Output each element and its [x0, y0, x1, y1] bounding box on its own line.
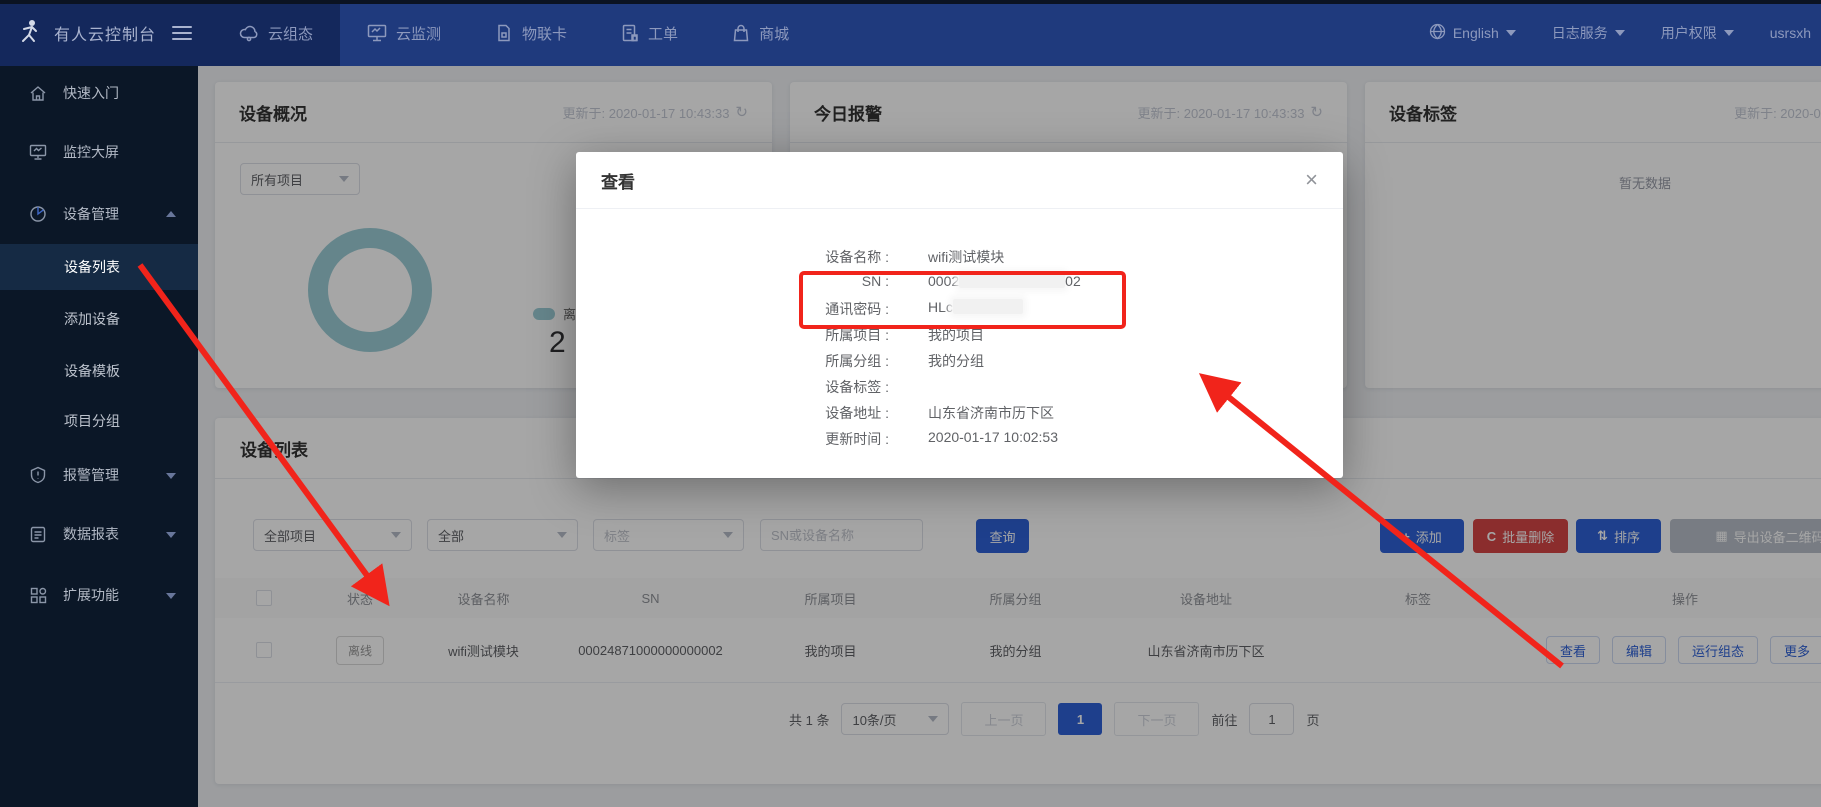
field-label: 所属分组 :: [576, 351, 889, 371]
field-sn: SN : 000202: [576, 273, 1343, 289]
nav-item-mall[interactable]: 商城: [705, 0, 816, 66]
user-permission-label: 用户权限: [1661, 23, 1717, 43]
sidebar-item-label: 报警管理: [63, 465, 119, 485]
field-label: 设备标签 :: [576, 377, 889, 397]
home-icon: [28, 85, 48, 102]
field-label: SN :: [576, 273, 889, 289]
sidebar-item-label: 设备管理: [63, 204, 119, 224]
username[interactable]: usrsxh: [1770, 25, 1811, 41]
field-label: 通讯密码 :: [576, 299, 889, 319]
screen-icon: [28, 144, 48, 160]
chevron-down-icon: [1615, 30, 1625, 36]
redaction-blur: [953, 299, 1023, 314]
chevron-down-icon: [166, 532, 176, 538]
nav-item-cloud-scada[interactable]: 云组态: [212, 0, 340, 66]
sidebar-subitem-label: 设备列表: [64, 259, 120, 275]
field-update-time: 更新时间 : 2020-01-17 10:02:53: [576, 429, 1343, 449]
username-label: usrsxh: [1770, 25, 1811, 41]
view-device-modal: 查看 × 设备名称 : wifi测试模块 SN : 000202 通讯密码 : …: [576, 152, 1343, 478]
monitor-icon: [367, 24, 387, 42]
field-value: HLc: [928, 299, 1023, 319]
field-value: 我的项目: [928, 325, 984, 345]
sidebar-item-label: 扩展功能: [63, 585, 119, 605]
language-label: English: [1453, 25, 1499, 41]
window-top-edge: [0, 0, 1821, 4]
field-value: wifi测试模块: [928, 247, 1004, 267]
device-icon: [28, 205, 48, 223]
logo-person-icon: [16, 17, 44, 50]
field-comm-password: 通讯密码 : HLc: [576, 299, 1343, 319]
sim-card-icon: [495, 24, 513, 42]
sidebar-subitem-label: 设备模板: [64, 363, 120, 379]
sidebar-item-add-device[interactable]: 添加设备: [0, 296, 198, 342]
sidebar-subitem-label: 项目分组: [64, 413, 120, 429]
nav-item-label: 云组态: [268, 23, 313, 44]
field-value: 山东省济南市历下区: [928, 403, 1054, 423]
report-icon: [28, 526, 48, 543]
navbar-right: English 日志服务 用户权限 usrsxh: [1429, 0, 1821, 66]
globe-icon: [1429, 23, 1446, 43]
nav-item-label: 云监测: [396, 23, 441, 44]
sidebar: 快速入门 监控大屏 设备管理 设备列表 添加设备 设备模板 项目分组 报警管理 …: [0, 66, 198, 807]
chevron-down-icon: [166, 593, 176, 599]
chevron-down-icon: [1506, 30, 1516, 36]
sidebar-item-device-template[interactable]: 设备模板: [0, 348, 198, 394]
nav-item-cloud-monitor[interactable]: 云监测: [340, 0, 468, 66]
sidebar-item-device-list[interactable]: 设备列表: [0, 244, 198, 290]
field-label: 设备名称 :: [576, 247, 889, 267]
close-icon[interactable]: ×: [1305, 169, 1318, 191]
log-service-menu[interactable]: 日志服务: [1552, 23, 1625, 43]
field-label: 设备地址 :: [576, 403, 889, 423]
top-navbar: 有人云控制台 云组态 云监测 物联卡 工单: [0, 0, 1821, 66]
nav-item-work-order[interactable]: 工单: [594, 0, 705, 66]
field-address: 设备地址 : 山东省济南市历下区: [576, 403, 1343, 423]
field-project: 所属项目 : 我的项目: [576, 325, 1343, 345]
sidebar-item-device-management[interactable]: 设备管理: [0, 191, 198, 237]
sidebar-item-alarm-management[interactable]: 报警管理: [0, 452, 198, 498]
brand-block[interactable]: 有人云控制台: [0, 0, 212, 66]
modal-title: 查看: [601, 168, 635, 193]
mall-icon: [732, 24, 750, 42]
app-title: 有人云控制台: [54, 21, 156, 45]
extension-icon: [28, 587, 48, 604]
nav-item-iot-card[interactable]: 物联卡: [468, 0, 594, 66]
modal-header: 查看 ×: [576, 152, 1343, 209]
alarm-icon: [28, 466, 48, 484]
user-permission-menu[interactable]: 用户权限: [1661, 23, 1734, 43]
sidebar-item-extensions[interactable]: 扩展功能: [0, 572, 198, 618]
nav-item-label: 物联卡: [522, 23, 567, 44]
field-device-name: 设备名称 : wifi测试模块: [576, 247, 1343, 267]
chevron-down-icon: [1724, 30, 1734, 36]
sidebar-item-quick-start[interactable]: 快速入门: [0, 70, 198, 116]
sidebar-item-data-report[interactable]: 数据报表: [0, 511, 198, 557]
chevron-down-icon: [166, 473, 176, 479]
cloud-icon: [239, 24, 259, 42]
sidebar-item-label: 监控大屏: [63, 142, 119, 162]
field-value: 000202: [928, 273, 1081, 289]
sidebar-item-monitor-screen[interactable]: 监控大屏: [0, 129, 198, 175]
sidebar-item-label: 快速入门: [63, 83, 119, 103]
redaction-blur: [959, 273, 1065, 288]
nav-item-label: 商城: [759, 23, 789, 44]
field-label: 更新时间 :: [576, 429, 889, 449]
work-order-icon: [621, 24, 639, 42]
chevron-up-icon: [166, 211, 176, 217]
hamburger-icon[interactable]: [172, 26, 192, 40]
field-value: 我的分组: [928, 351, 984, 371]
field-group: 所属分组 : 我的分组: [576, 351, 1343, 371]
field-tag: 设备标签 :: [576, 377, 1343, 397]
sidebar-item-label: 数据报表: [63, 524, 119, 544]
field-value: 2020-01-17 10:02:53: [928, 429, 1058, 449]
field-label: 所属项目 :: [576, 325, 889, 345]
sidebar-subitem-label: 添加设备: [64, 311, 120, 327]
log-service-label: 日志服务: [1552, 23, 1608, 43]
sidebar-item-project-group[interactable]: 项目分组: [0, 398, 198, 444]
language-switcher[interactable]: English: [1429, 23, 1516, 43]
nav-item-label: 工单: [648, 23, 678, 44]
